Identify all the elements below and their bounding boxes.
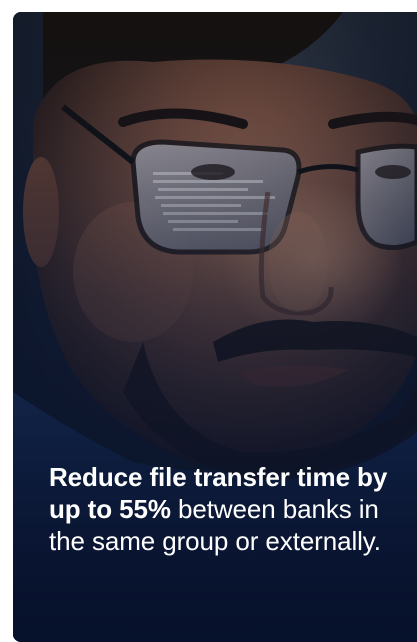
page: Reduce file transfer time by up to 55% b…: [0, 0, 417, 642]
promo-headline: Reduce file transfer time by up to 55% b…: [49, 461, 399, 557]
promo-card: Reduce file transfer time by up to 55% b…: [13, 12, 417, 642]
